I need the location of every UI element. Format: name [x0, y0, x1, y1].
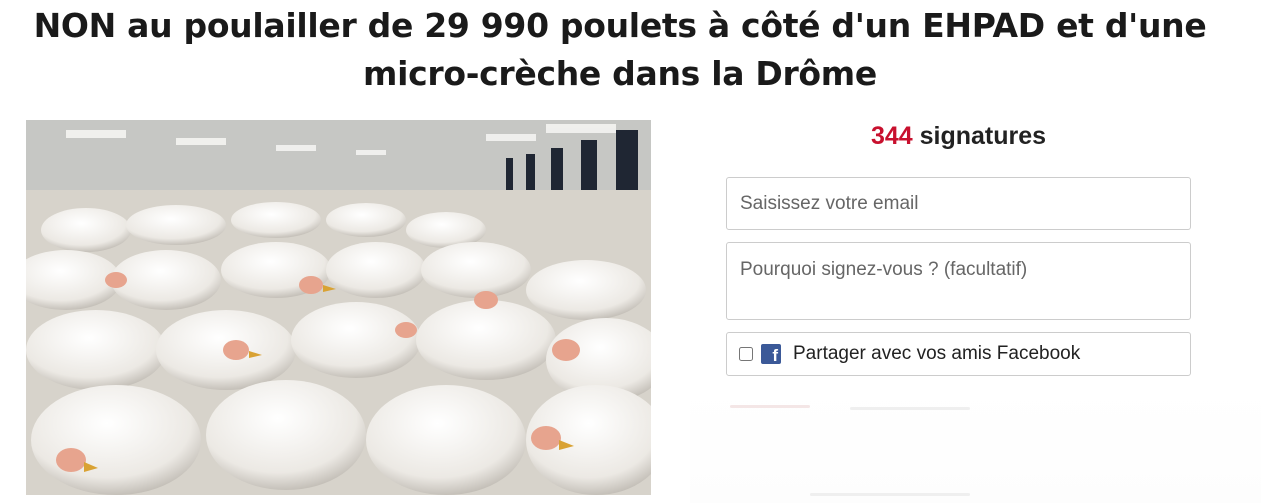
faded-content-area: [690, 385, 1261, 503]
signature-counter: 344 signatures: [726, 120, 1191, 152]
email-input[interactable]: [726, 177, 1191, 230]
facebook-share-label: Partager avec vos amis Facebook: [793, 343, 1081, 364]
facebook-share-checkbox[interactable]: [739, 347, 753, 361]
facebook-share-option[interactable]: f Partager avec vos amis Facebook: [726, 332, 1191, 376]
facebook-icon: f: [761, 344, 781, 364]
signature-label: signatures: [919, 122, 1047, 150]
signature-count: 344: [870, 122, 913, 150]
petition-photo: [26, 120, 651, 495]
reason-textarea[interactable]: [726, 242, 1191, 320]
petition-title: NON au poulailler de 29 990 poulets à cô…: [33, 6, 1207, 93]
